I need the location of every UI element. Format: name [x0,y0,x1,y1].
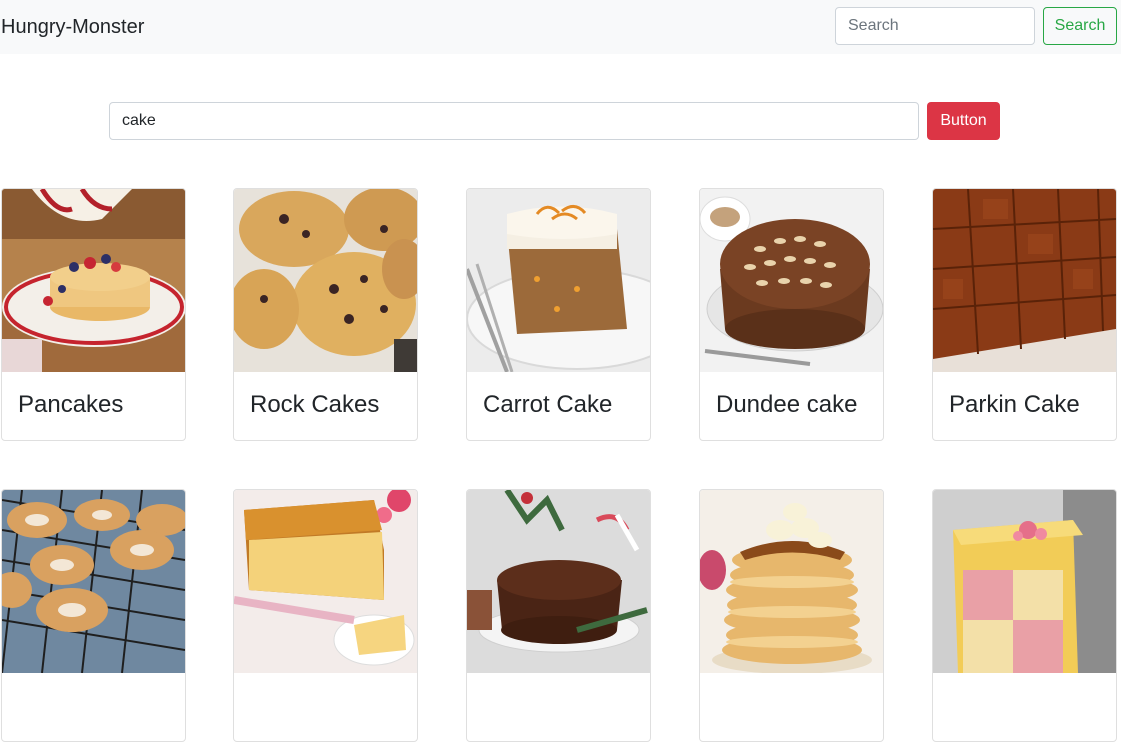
navbar-search-input[interactable] [835,7,1035,45]
meal-card[interactable] [699,489,884,742]
meal-card[interactable] [233,489,418,742]
meal-title: Parkin Cake [949,391,1080,418]
meal-image [467,490,650,673]
navbar: Hungry-Monster Search [0,0,1121,54]
meal-search-button[interactable]: Button [927,102,1000,140]
meal-card[interactable]: Parkin Cake [932,188,1117,441]
meal-card[interactable]: Rock Cakes [233,188,418,441]
navbar-search-button[interactable]: Search [1043,7,1117,45]
parkin-cake-image [933,189,1116,372]
meal-card[interactable]: Dundee cake [699,188,884,441]
meal-title: Carrot Cake [483,391,613,418]
meal-title: Rock Cakes [250,391,380,418]
meal-title: Dundee cake [716,391,858,418]
rock-cakes-image [234,189,417,372]
meal-card[interactable] [466,489,651,742]
carrot-cake-image [467,189,650,372]
brand-link[interactable]: Hungry-Monster [1,15,144,39]
meal-card[interactable]: Carrot Cake [466,188,651,441]
meal-card[interactable] [932,489,1117,742]
meal-title: Pancakes [18,391,124,418]
meal-image [2,490,185,673]
meal-image [700,490,883,673]
meal-card[interactable] [1,489,186,742]
meal-image [933,490,1116,673]
meal-image [234,490,417,673]
meal-card[interactable]: Pancakes [1,188,186,441]
pancakes-image [2,189,185,372]
meal-search-input[interactable] [109,102,919,140]
dundee-cake-image [700,189,883,372]
